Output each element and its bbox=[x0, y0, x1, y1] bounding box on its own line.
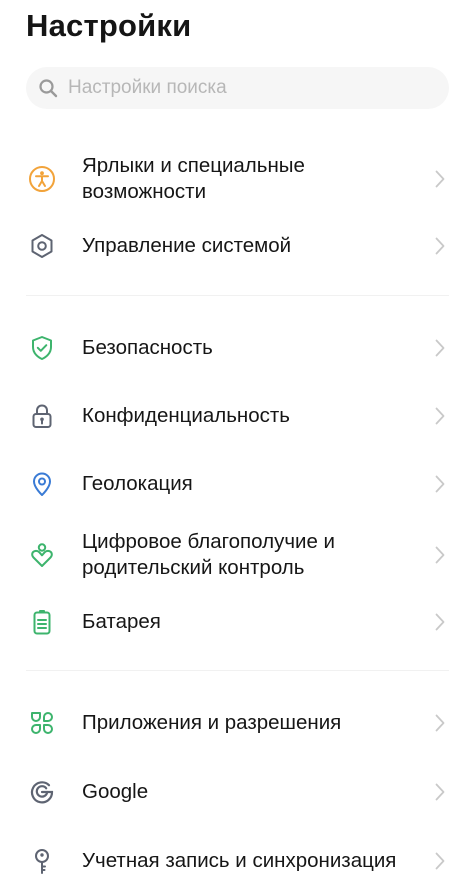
chevron-right-icon bbox=[433, 235, 447, 257]
section-divider bbox=[26, 670, 449, 671]
settings-item-label: Конфиденциальность bbox=[82, 404, 290, 427]
settings-item-label: Управление системой bbox=[82, 234, 292, 257]
settings-item-label: Батарея bbox=[82, 610, 161, 633]
chevron-right-icon bbox=[433, 712, 447, 734]
chevron-right-icon bbox=[433, 168, 447, 190]
settings-item-system-management[interactable]: Управление системой bbox=[0, 217, 474, 275]
search-bar[interactable]: Настройки поиска bbox=[26, 67, 449, 109]
section-divider bbox=[26, 295, 449, 296]
settings-item-label: Ярлыки и специальные возможности bbox=[82, 154, 305, 203]
google-icon bbox=[28, 778, 56, 806]
settings-item-label: Цифровое благополучие и родительский кон… bbox=[82, 530, 335, 579]
settings-item-digital-wellbeing[interactable]: Цифровое благополучие и родительский кон… bbox=[0, 524, 474, 586]
key-icon bbox=[28, 847, 56, 875]
chevron-right-icon bbox=[433, 850, 447, 872]
settings-item-shortcuts-accessibility[interactable]: Ярлыки и специальные возможности bbox=[0, 148, 474, 210]
settings-item-label: Приложения и разрешения bbox=[82, 711, 342, 734]
settings-item-security[interactable]: Безопасность bbox=[0, 319, 474, 377]
settings-item-label: Безопасность bbox=[82, 336, 213, 359]
accessibility-icon bbox=[28, 165, 56, 193]
settings-item-battery[interactable]: Батарея bbox=[0, 593, 474, 651]
chevron-right-icon bbox=[433, 405, 447, 427]
settings-item-label: Учетная запись и синхронизация bbox=[82, 849, 397, 872]
settings-item-privacy[interactable]: Конфиденциальность bbox=[0, 387, 474, 445]
chevron-right-icon bbox=[433, 337, 447, 359]
hexagon-settings-icon bbox=[28, 232, 56, 260]
settings-item-location[interactable]: Геолокация bbox=[0, 455, 474, 513]
settings-item-account-sync[interactable]: Учетная запись и синхронизация bbox=[0, 832, 474, 890]
search-icon bbox=[36, 76, 60, 100]
settings-item-label: Google bbox=[82, 780, 149, 803]
heart-person-icon bbox=[28, 541, 56, 569]
search-placeholder: Настройки поиска bbox=[68, 77, 227, 98]
chevron-right-icon bbox=[433, 611, 447, 633]
shield-check-icon bbox=[28, 334, 56, 362]
settings-item-apps-permissions[interactable]: Приложения и разрешения bbox=[0, 694, 474, 752]
battery-icon bbox=[28, 608, 56, 636]
apps-icon bbox=[28, 709, 56, 737]
lock-icon bbox=[28, 402, 56, 430]
chevron-right-icon bbox=[433, 781, 447, 803]
settings-item-google[interactable]: Google bbox=[0, 763, 474, 821]
page-title: Настройки bbox=[26, 8, 192, 43]
settings-item-label: Геолокация bbox=[82, 472, 193, 495]
chevron-right-icon bbox=[433, 473, 447, 495]
location-pin-icon bbox=[28, 470, 56, 498]
chevron-right-icon bbox=[433, 544, 447, 566]
